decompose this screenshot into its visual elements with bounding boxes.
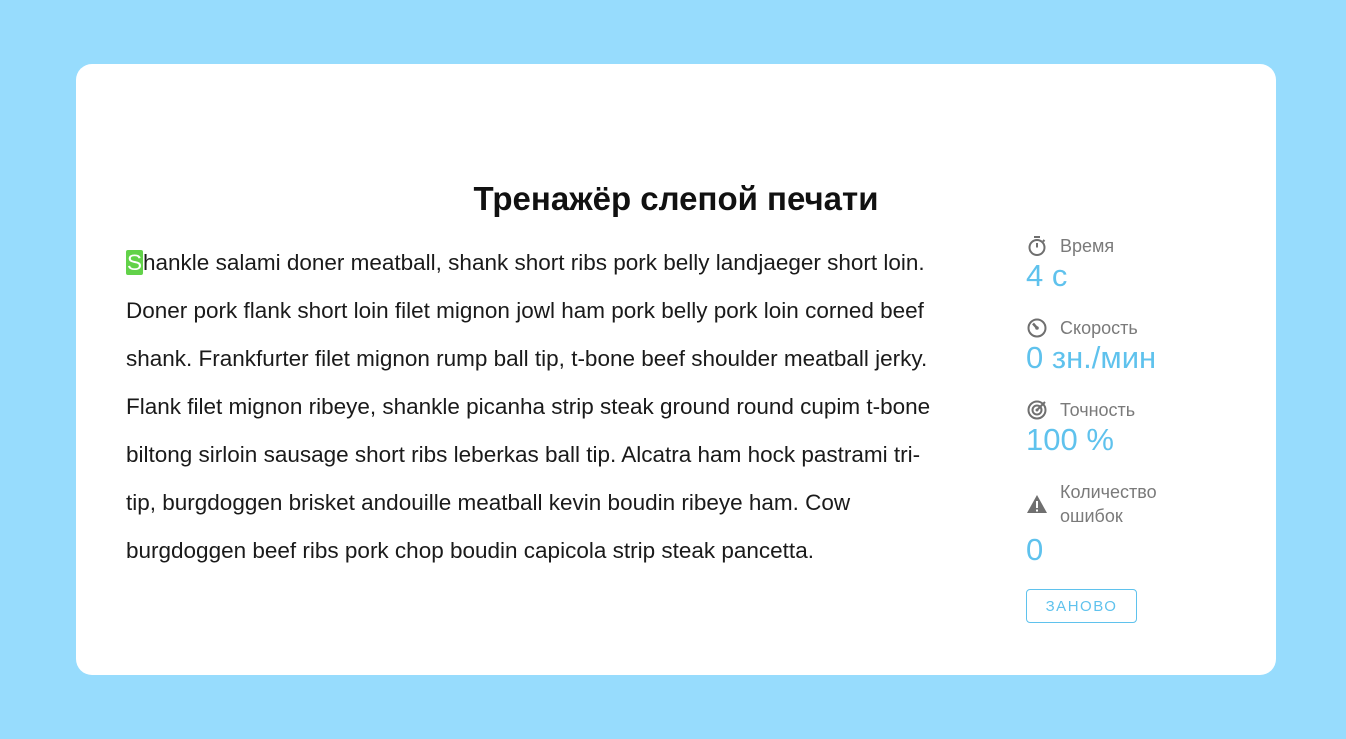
warning-icon [1026,493,1048,515]
stat-speed-label: Скорость [1060,318,1138,338]
current-character: S [126,250,144,275]
stat-time: Время 4 с [1026,234,1246,294]
stat-errors: Количество ошибок 0 [1026,480,1246,568]
stat-accuracy: Точность 100 % [1026,398,1246,458]
restart-button[interactable]: Заново [1026,589,1137,623]
stat-speed: Скорость 0 зн./мин [1026,316,1246,376]
stopwatch-icon [1026,235,1048,257]
remaining-text: hankle salami doner meatball, shank shor… [126,250,931,563]
speedometer-icon [1026,317,1048,339]
stat-time-value: 4 с [1026,258,1068,293]
stat-time-label: Время [1060,236,1115,256]
stat-accuracy-value: 100 % [1026,422,1114,457]
typing-text[interactable]: Shankle salami doner meatball, shank sho… [126,239,946,575]
trainer-card: Тренажёр слепой печати Shankle salami do… [76,64,1276,675]
stat-speed-value: 0 зн./мин [1026,340,1157,375]
target-icon [1026,399,1048,421]
page-title: Тренажёр слепой печати [473,180,879,217]
stat-errors-label: Количество ошибок [1060,482,1157,526]
stat-accuracy-label: Точность [1060,400,1136,420]
stat-errors-value: 0 [1026,532,1044,567]
